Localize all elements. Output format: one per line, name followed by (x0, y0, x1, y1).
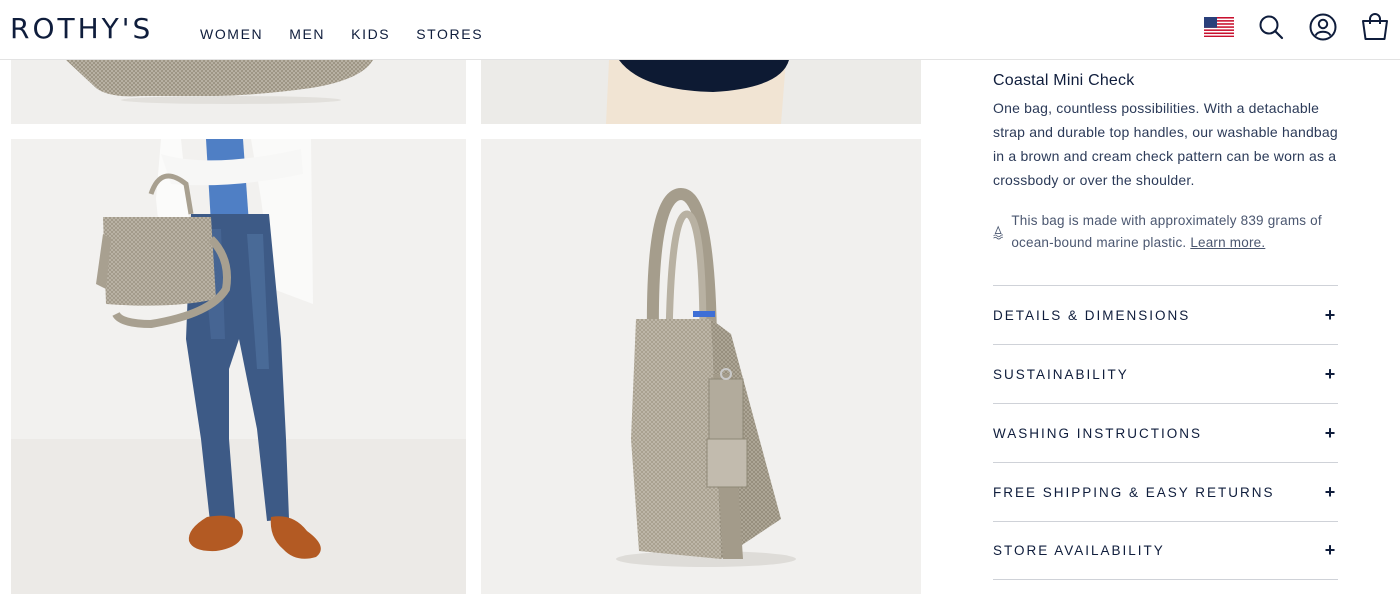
accordion-label: SUSTAINABILITY (993, 366, 1129, 382)
accordion-label: WASHING INSTRUCTIONS (993, 425, 1203, 441)
header-icons (1204, 12, 1390, 42)
nav-women[interactable]: WOMEN (200, 26, 263, 42)
brand-logo[interactable]: ROTHY'S (10, 12, 153, 45)
plus-icon[interactable]: + (1322, 482, 1338, 503)
accordion-details-dimensions[interactable]: DETAILS & DIMENSIONS + (993, 285, 1338, 344)
product-info: Coastal Mini Check One bag, countless po… (993, 72, 1338, 192)
search-icon[interactable] (1256, 12, 1286, 42)
ocean-plastic-text: This bag is made with approximately 839 … (1011, 210, 1338, 254)
accordion-free-shipping-returns[interactable]: FREE SHIPPING & EASY RETURNS + (993, 462, 1338, 521)
plus-icon[interactable]: + (1322, 305, 1338, 326)
ocean-plastic-note: This bag is made with approximately 839 … (993, 210, 1338, 254)
product-image-bag-bottom[interactable] (11, 60, 466, 124)
accordion-label: FREE SHIPPING & EASY RETURNS (993, 484, 1275, 500)
product-image-bag-side[interactable] (481, 139, 921, 594)
accordion-store-availability[interactable]: STORE AVAILABILITY + (993, 521, 1338, 580)
learn-more-link[interactable]: Learn more. (1190, 235, 1265, 250)
account-icon[interactable] (1308, 12, 1338, 42)
accordion-label: STORE AVAILABILITY (993, 543, 1165, 558)
nav-stores[interactable]: STORES (416, 26, 483, 42)
product-accordion: DETAILS & DIMENSIONS + SUSTAINABILITY + … (993, 285, 1338, 580)
accordion-label: DETAILS & DIMENSIONS (993, 307, 1191, 323)
nav-men[interactable]: MEN (289, 26, 325, 42)
site-header: ROTHY'S WOMEN MEN KIDS STORES (0, 0, 1400, 60)
product-image-model-carrying-bag[interactable] (11, 139, 466, 594)
shopping-bag-icon[interactable] (1360, 12, 1390, 42)
ocean-plastic-sentence: This bag is made with approximately 839 … (1011, 213, 1322, 250)
product-description: One bag, countless possibilities. With a… (993, 100, 1338, 188)
plus-icon[interactable]: + (1322, 423, 1338, 444)
us-flag-icon[interactable] (1204, 12, 1234, 42)
nav-kids[interactable]: KIDS (351, 26, 390, 42)
plus-icon[interactable]: + (1322, 364, 1338, 385)
accordion-washing-instructions[interactable]: WASHING INSTRUCTIONS + (993, 403, 1338, 462)
ocean-wave-icon (993, 225, 1004, 240)
main-nav: WOMEN MEN KIDS STORES (200, 26, 483, 42)
accordion-sustainability[interactable]: SUSTAINABILITY + (993, 344, 1338, 403)
plus-icon[interactable]: + (1322, 540, 1338, 561)
product-image-model-skirt[interactable] (481, 60, 921, 124)
product-title: Coastal Mini Check (993, 72, 1135, 89)
